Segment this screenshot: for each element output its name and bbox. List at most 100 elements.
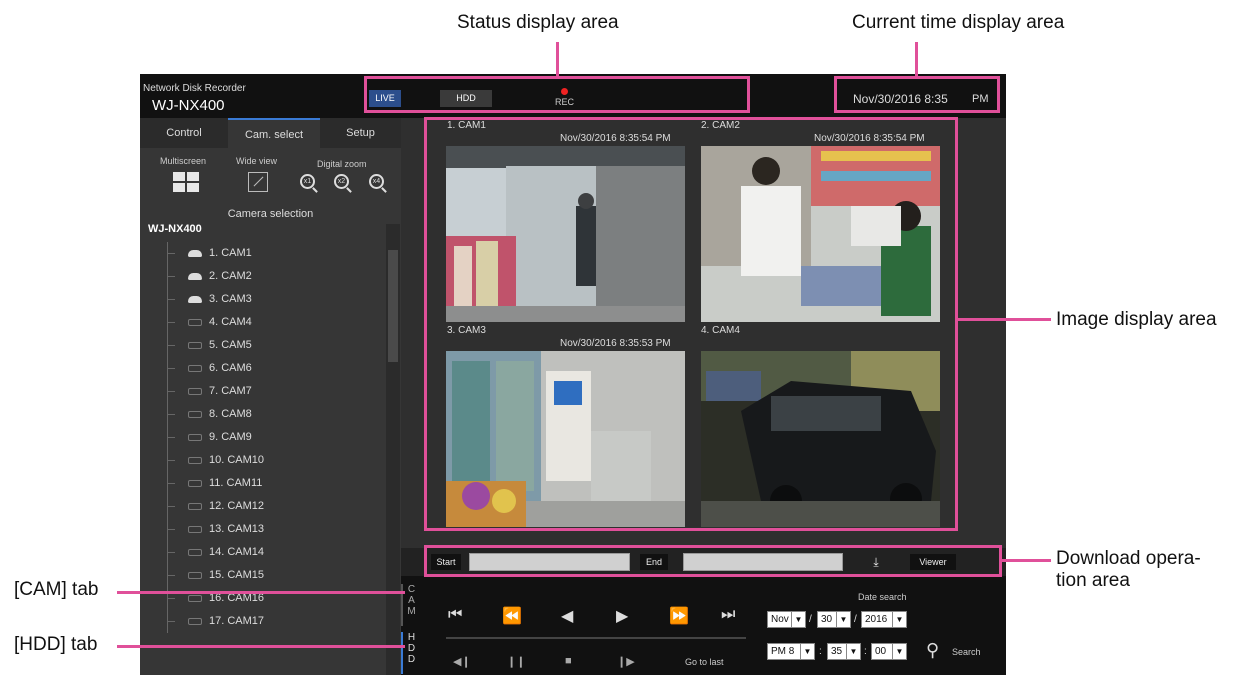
playback-slider[interactable] [446, 637, 746, 639]
multiscreen-icon[interactable] [173, 172, 199, 192]
camera-list-item[interactable]: 14. CAM14 [140, 541, 386, 564]
tree-branch [167, 483, 175, 484]
tree-branch [167, 368, 175, 369]
camera-icon [188, 411, 202, 418]
stop-icon[interactable]: ■ [565, 655, 572, 667]
camera-icon [188, 365, 202, 372]
reverse-play-icon[interactable]: ◀ [561, 606, 573, 626]
camera-list-item[interactable]: 1. CAM1 [140, 242, 386, 265]
wide-view-label: Wide view [236, 156, 278, 166]
camera-list-item[interactable]: 7. CAM7 [140, 380, 386, 403]
tree-branch [167, 299, 175, 300]
time-separator: : [819, 646, 822, 657]
zoom-x2-icon[interactable]: x2 [334, 174, 349, 189]
chevron-down-icon: ▼ [892, 612, 906, 627]
camera-list-item[interactable]: 13. CAM13 [140, 518, 386, 541]
camera-list-item[interactable]: 8. CAM8 [140, 403, 386, 426]
time-area-box [834, 76, 1000, 113]
hour-select[interactable]: PM 8 ▼ [767, 643, 815, 660]
download-area-line [1002, 559, 1051, 562]
camera-icon [188, 296, 202, 303]
next-frame-icon[interactable]: ❙▶ [617, 655, 635, 668]
camera-list-item[interactable]: 17. CAM17 [140, 610, 386, 633]
hdd-tab[interactable]: HDD [401, 632, 418, 674]
time-separator: : [864, 646, 867, 657]
hour-value: PM 8 [771, 646, 795, 657]
month-value: Nov [771, 614, 789, 625]
tree-branch [167, 506, 175, 507]
fast-reverse-icon[interactable]: ⏪ [502, 606, 522, 626]
camera-list-item[interactable]: 2. CAM2 [140, 265, 386, 288]
camera-icon [188, 480, 202, 487]
scroll-thumb[interactable] [388, 250, 398, 362]
tree-branch [167, 391, 175, 392]
camera-icon [188, 250, 202, 257]
multiscreen-label: Multiscreen [160, 156, 207, 166]
tree-root[interactable]: WJ-NX400 [148, 223, 202, 235]
camera-list-item[interactable]: 15. CAM15 [140, 564, 386, 587]
wide-view-icon[interactable] [248, 172, 268, 192]
camera-list-label: 11. CAM11 [209, 477, 263, 489]
tree-branch [167, 460, 175, 461]
year-value: 2016 [865, 614, 888, 625]
day-select[interactable]: 30 ▼ [817, 611, 851, 628]
camera-list-label: 9. CAM9 [209, 431, 252, 443]
camera-list-label: 13. CAM13 [209, 523, 265, 535]
fast-forward-icon[interactable]: ⏩ [669, 606, 689, 626]
tree-scrollbar[interactable] [386, 224, 400, 675]
annotation-image-area: Image display area [1056, 309, 1217, 330]
month-select[interactable]: Nov ▼ [767, 611, 806, 628]
camera-list-item[interactable]: 9. CAM9 [140, 426, 386, 449]
camera-list-label: 14. CAM14 [209, 546, 265, 558]
playback-area: CAM HDD ⏮ ⏪ ◀ ▶ ⏩ ⏭ ◀❙ ❙❙ ■ ❙▶ Go to las… [401, 576, 1006, 675]
camera-icon [188, 549, 202, 556]
prev-frame-icon[interactable]: ◀❙ [453, 655, 471, 668]
camera-list-item[interactable]: 12. CAM12 [140, 495, 386, 518]
skip-to-last-icon[interactable]: ⏭ [721, 606, 735, 624]
zoom-x4-icon[interactable]: x4 [369, 174, 384, 189]
time-area-line [915, 42, 918, 76]
tab-cam-select[interactable]: Cam. select [228, 118, 320, 148]
zoom-x1-icon[interactable]: x1 [300, 174, 315, 189]
year-select[interactable]: 2016 ▼ [861, 611, 907, 628]
camera-list-item[interactable]: 11. CAM11 [140, 472, 386, 495]
minute-value: 35 [831, 646, 843, 657]
camera-icon [188, 388, 202, 395]
tree-branch [167, 253, 175, 254]
chevron-down-icon: ▼ [791, 612, 805, 627]
second-select[interactable]: 00 ▼ [871, 643, 907, 660]
pause-icon[interactable]: ❙❙ [507, 655, 525, 668]
digital-zoom-label: Digital zoom [317, 159, 367, 169]
play-icon[interactable]: ▶ [616, 606, 628, 626]
camera-list-label: 10. CAM10 [209, 454, 265, 466]
camera-list-item[interactable]: 4. CAM4 [140, 311, 386, 334]
image-area-box [424, 117, 958, 531]
camera-list-label: 4. CAM4 [209, 316, 252, 328]
camera-icon [188, 503, 202, 510]
camera-list-item[interactable]: 3. CAM3 [140, 288, 386, 311]
tab-control[interactable]: Control [140, 118, 228, 148]
camera-list-label: 17. CAM17 [209, 615, 265, 627]
annotation-download-area-line1: Download opera- [1056, 548, 1201, 569]
search-button[interactable]: Search [952, 647, 981, 657]
camera-list-label: 2. CAM2 [209, 270, 252, 282]
tree-branch [167, 529, 175, 530]
annotation-cam-tab: [CAM] tab [14, 579, 99, 600]
tree-branch [167, 345, 175, 346]
download-area-box [424, 545, 1002, 577]
date-separator: / [809, 614, 812, 625]
go-to-last-button[interactable]: Go to last [685, 657, 724, 667]
tab-setup[interactable]: Setup [320, 118, 401, 148]
camera-list-item[interactable]: 10. CAM10 [140, 449, 386, 472]
skip-to-first-icon[interactable]: ⏮ [448, 606, 462, 624]
camera-icon [188, 434, 202, 441]
tree-branch [167, 276, 175, 277]
tree-branch [167, 437, 175, 438]
date-search-label: Date search [858, 592, 907, 602]
camera-icon [188, 273, 202, 280]
minute-select[interactable]: 35 ▼ [827, 643, 861, 660]
search-icon[interactable]: ⚲ [926, 640, 939, 661]
camera-list-item[interactable]: 6. CAM6 [140, 357, 386, 380]
chevron-down-icon: ▼ [846, 644, 860, 659]
camera-list-item[interactable]: 5. CAM5 [140, 334, 386, 357]
